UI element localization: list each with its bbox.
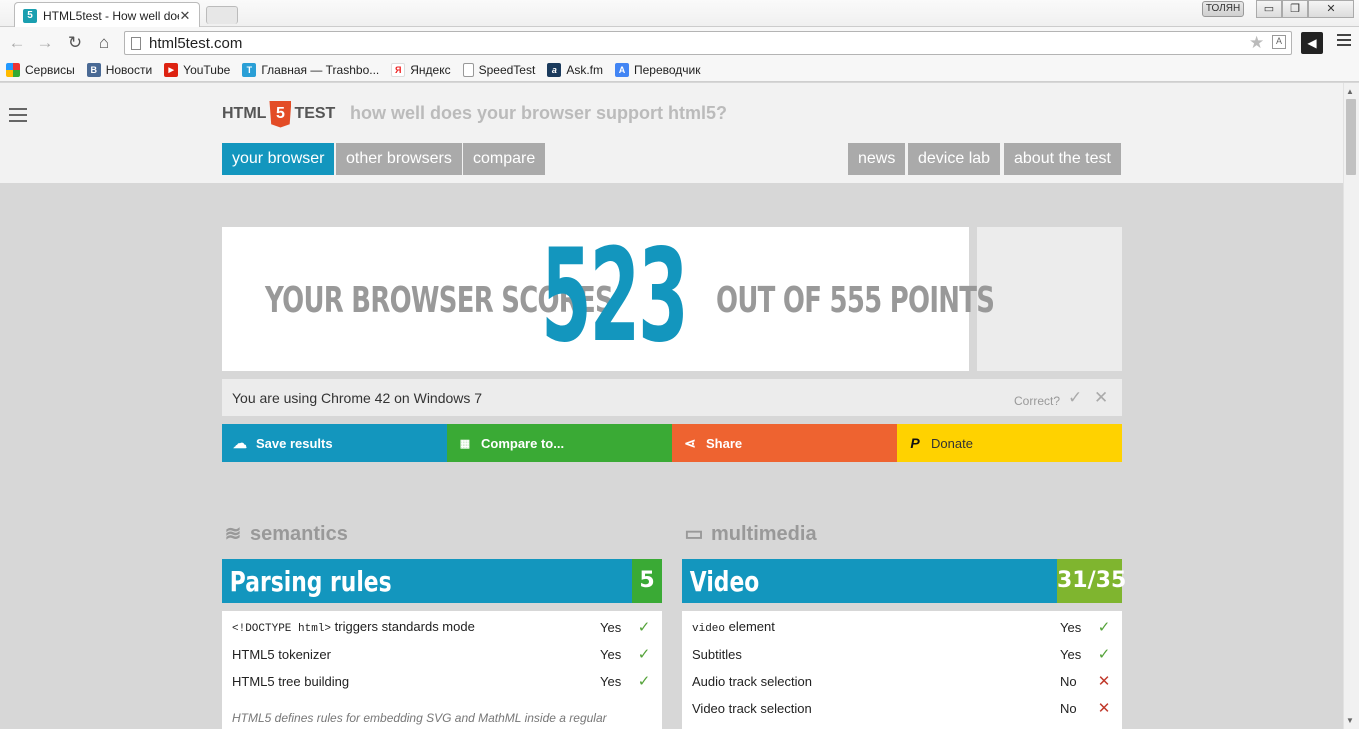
bookmark-speedtest[interactable]: SpeedTest — [462, 63, 535, 77]
youtube-icon: ▶ — [164, 63, 179, 77]
bookmark-askfm[interactable]: a Ask.fm — [547, 63, 603, 77]
check-icon: ✓ — [637, 619, 651, 636]
url-text: html5test.com — [149, 34, 243, 52]
trashbox-icon: T — [242, 63, 257, 77]
section-score: 31/35 — [1057, 559, 1126, 603]
ad-placeholder — [977, 227, 1122, 371]
parsing-rules-header[interactable]: Parsing rules 5 — [222, 559, 662, 603]
video-header[interactable]: Video 31/35 — [682, 559, 1126, 603]
list-item[interactable]: HTML5 tree building Yes ✓ — [232, 671, 652, 691]
bookmark-services[interactable]: Сервисы — [6, 63, 75, 77]
askfm-icon: a — [547, 63, 562, 77]
cloud-upload-icon: ☁ — [233, 434, 247, 451]
restore-icon[interactable]: ❐ — [1282, 0, 1308, 18]
tab-title: HTML5test - How well doe — [43, 8, 179, 23]
nav-device-lab[interactable]: device lab — [908, 143, 1001, 175]
list-item[interactable]: video element Yes ✓ — [692, 617, 1112, 637]
browser-detection-bar: You are using Chrome 42 on Windows 7 — [222, 379, 1122, 416]
html5-favicon-icon: 5 — [23, 8, 37, 23]
share-button[interactable]: ⋖ Share — [672, 424, 897, 462]
translate-icon: A — [615, 63, 629, 77]
score-value: 523 — [541, 222, 689, 371]
list-item[interactable]: Audio track selection No ✕ — [692, 671, 1112, 691]
section-note: HTML5 defines rules for embedding SVG an… — [232, 711, 607, 725]
home-icon[interactable]: ⌂ — [94, 33, 114, 53]
address-bar[interactable]: html5test.com — [124, 31, 1292, 55]
donate-button[interactable]: P Donate — [897, 424, 1122, 462]
list-item[interactable]: HTML5 tokenizer Yes ✓ — [232, 644, 652, 664]
forward-icon[interactable]: → — [35, 33, 55, 53]
bookmark-star-icon[interactable]: ★ — [1249, 33, 1264, 53]
save-results-button[interactable]: ☁ Save results — [222, 424, 447, 462]
bookmarks-bar: Сервисы B Новости ▶ YouTube T Главная — … — [0, 59, 1359, 82]
translate-page-icon[interactable]: A — [1272, 35, 1286, 49]
list-item[interactable]: <!DOCTYPE html> triggers standards mode … — [232, 617, 652, 637]
nav-compare[interactable]: compare — [463, 143, 546, 175]
tab-close-icon[interactable]: ✕ — [179, 8, 191, 24]
apps-grid-icon — [6, 63, 20, 77]
bookmark-trashbox[interactable]: T Главная — Trashbo... — [242, 63, 379, 77]
check-icon: ✓ — [1097, 619, 1111, 636]
confirm-check-icon[interactable]: ✓ — [1068, 388, 1082, 408]
vk-icon: B — [86, 63, 101, 77]
reload-icon[interactable]: ↻ — [65, 33, 85, 53]
bookmark-translator[interactable]: A Переводчик — [615, 63, 701, 77]
site-logo[interactable]: HTML 5 TEST — [222, 100, 335, 128]
scrollbar[interactable] — [1343, 83, 1359, 729]
bookmark-news[interactable]: B Новости — [86, 63, 152, 77]
html5-shield-icon: 5 — [269, 100, 292, 128]
section-score: 5 — [632, 559, 662, 603]
yandex-icon: Я — [391, 63, 406, 77]
video-list: video element Yes ✓ Subtitles Yes ✓ Audi… — [682, 611, 1122, 729]
score-suffix: OUT OF 555 POINTS — [716, 280, 995, 321]
hamburger-menu-icon[interactable] — [9, 108, 27, 122]
page-icon — [131, 36, 141, 50]
chrome-menu-icon[interactable] — [1337, 34, 1351, 48]
minimize-icon[interactable]: ▭ — [1256, 0, 1282, 18]
nav-other-browsers[interactable]: other browsers — [336, 143, 462, 175]
scroll-down-icon[interactable]: ▼ — [1346, 716, 1354, 725]
paypal-icon: P — [910, 435, 920, 451]
scroll-up-icon[interactable]: ▲ — [1346, 87, 1354, 96]
multimedia-heading: ▭ multimedia — [681, 522, 817, 546]
correct-label: Correct? — [1014, 394, 1061, 408]
cross-icon: ✕ — [1097, 700, 1111, 717]
check-icon: ✓ — [637, 673, 651, 690]
tagline: how well does your browser support html5… — [350, 103, 728, 123]
window-close-icon[interactable]: ✕ — [1308, 0, 1354, 18]
page-icon — [462, 63, 474, 77]
site-header — [0, 83, 1343, 183]
check-icon: ✓ — [637, 646, 651, 663]
detected-browser-text: You are using Chrome 42 on Windows 7 — [232, 389, 483, 406]
back-icon[interactable]: ← — [7, 33, 27, 53]
check-icon: ✓ — [1097, 646, 1111, 663]
nav-news[interactable]: news — [848, 143, 906, 175]
scrollbar-thumb[interactable] — [1346, 99, 1356, 175]
new-tab-button[interactable] — [206, 6, 238, 24]
list-item[interactable]: Subtitles Yes ✓ — [692, 644, 1112, 664]
profile-badge[interactable]: ТОЛЯН — [1202, 1, 1244, 17]
nav-your-browser[interactable]: your browser — [222, 143, 335, 175]
browser-tab-active[interactable]: 5 HTML5test - How well doe ✕ — [14, 2, 200, 28]
compare-to-button[interactable]: ▦ Compare to... — [447, 424, 672, 462]
share-icon: ⋖ — [684, 434, 696, 451]
semantics-heading: ≋ semantics — [220, 522, 348, 546]
layers-icon: ≋ — [224, 523, 242, 545]
bookmark-yandex[interactable]: Я Яндекс — [391, 63, 451, 77]
grid-icon: ▦ — [459, 437, 471, 450]
nav-about-the-test[interactable]: about the test — [1004, 143, 1121, 175]
cross-icon: ✕ — [1097, 673, 1111, 690]
bookmark-youtube[interactable]: ▶ YouTube — [164, 63, 230, 77]
title-bar — [0, 0, 1359, 27]
extension-icon[interactable]: ◀ — [1301, 32, 1323, 54]
list-item[interactable]: Video track selection No ✕ — [692, 698, 1112, 718]
reject-x-icon[interactable]: ✕ — [1094, 388, 1108, 408]
clapperboard-icon: ▭ — [684, 523, 704, 545]
